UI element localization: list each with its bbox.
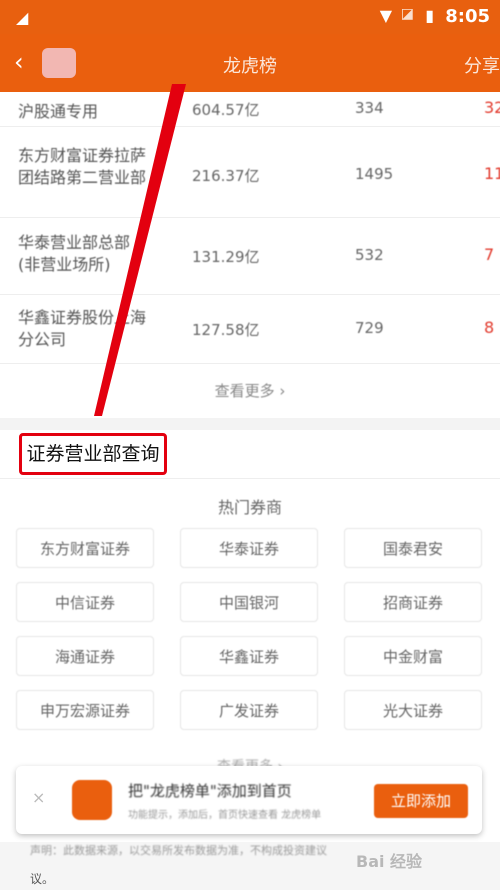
annotation-arrow-icon — [94, 84, 186, 416]
